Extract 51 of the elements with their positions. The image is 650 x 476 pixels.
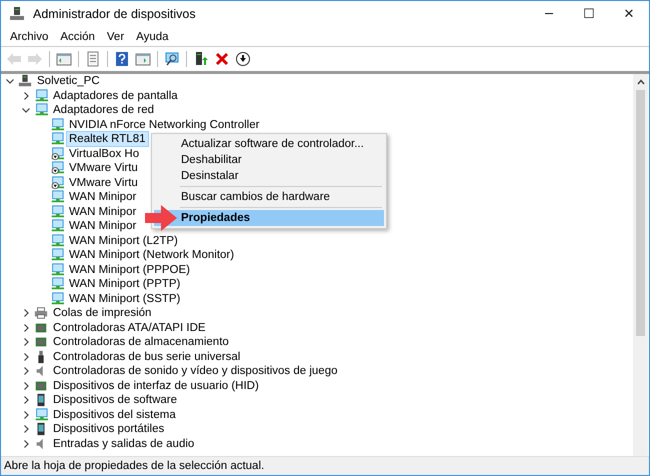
close-button[interactable]: ✕ [609, 1, 649, 27]
tree-item[interactable]: WAN Minipor [67, 190, 138, 204]
chip-icon [34, 320, 48, 335]
tree-item[interactable]: Adaptadores de red [51, 103, 156, 118]
tree-item[interactable]: Colas de impresión [51, 306, 154, 320]
context-menu-item[interactable]: Buscar cambios de hardware [154, 189, 384, 205]
tree-item[interactable]: WAN Miniport (SSTP) [67, 292, 182, 306]
menu-item[interactable]: Acción [55, 30, 102, 42]
computer-icon [9, 6, 25, 22]
display-icon [34, 88, 48, 103]
tree-item[interactable]: NVIDIA nForce Networking Controller [67, 118, 262, 132]
printer-icon [34, 306, 48, 320]
disable-button[interactable] [233, 49, 253, 69]
chip-icon [34, 378, 48, 393]
context-menu-item[interactable]: Deshabilitar [154, 152, 384, 168]
tree-item[interactable]: Realtek RTL81 [67, 132, 148, 146]
context-menu-item[interactable]: Actualizar software de controlador... [154, 136, 384, 152]
context-menu-item[interactable]: Desinstalar [154, 168, 384, 184]
tree-item[interactable]: WAN Miniport (L2TP) [67, 234, 180, 248]
tree-item[interactable]: WAN Minipor [67, 219, 138, 234]
scroll-thumb[interactable] [636, 90, 645, 336]
tree-item[interactable]: WAN Miniport (Network Monitor) [67, 248, 236, 262]
context-menu-item[interactable]: Propiedades [154, 210, 384, 226]
chip-icon [34, 335, 48, 350]
status-text: Abre la hoja de propiedades de la selección actual. [4, 460, 264, 472]
tree-item[interactable]: Dispositivos de interfaz de usuario (HID) [51, 378, 261, 393]
scroll-up-icon[interactable] [636, 79, 644, 85]
tree-item[interactable]: Controladoras ATA/ATAPI IDE [51, 320, 208, 335]
tree-item[interactable]: WAN Miniport (PPPOE) [67, 262, 192, 277]
minimize-button[interactable]: ─ [529, 1, 569, 27]
menu-item[interactable]: Ver [102, 30, 132, 42]
window-title: Administrador de dispositivos [33, 7, 196, 21]
annotation-arrow [145, 205, 177, 231]
display-icon [34, 408, 48, 422]
tree-item[interactable]: Dispositivos portátiles [51, 422, 166, 436]
computer-icon [18, 74, 32, 88]
tree-item[interactable]: Controladoras de sonido y vídeo y dispositivos de juego [51, 364, 340, 378]
tree-item[interactable]: WAN Miniport (PPTP) [67, 277, 182, 292]
tree-item[interactable]: Adaptadores de pantalla [51, 88, 180, 103]
tree-item[interactable]: Dispositivos de software [51, 393, 179, 408]
tree-item[interactable]: WAN Minipor [67, 204, 138, 219]
vertical-scrollbar[interactable] [633, 74, 648, 456]
tree-item[interactable]: Entradas y salidas de audio [51, 436, 196, 451]
maximize-button[interactable]: ☐ [569, 1, 609, 27]
menu-item[interactable]: Ayuda [131, 30, 176, 42]
tree-item[interactable]: Controladoras de bus serie universal [51, 350, 242, 364]
tree-item[interactable]: Controladoras de almacenamiento [51, 335, 231, 350]
tree-item[interactable]: Solvetic_PC [35, 74, 102, 88]
menu-item[interactable]: Archivo [5, 30, 56, 42]
tree-item[interactable]: Dispositivos del sistema [51, 408, 178, 422]
network-icon [34, 103, 48, 118]
